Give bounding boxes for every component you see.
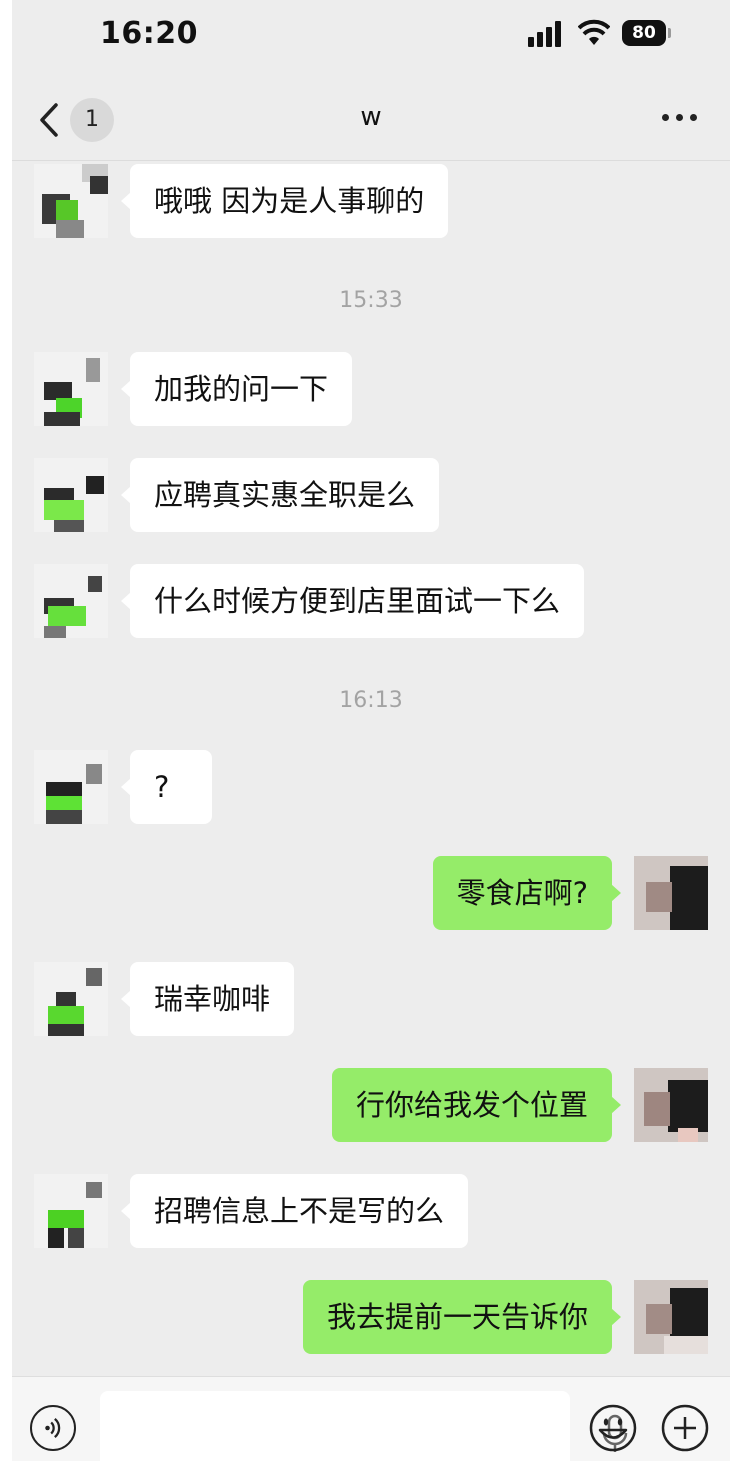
contact-avatar[interactable] (34, 750, 108, 824)
battery-icon: 80 (622, 20, 671, 46)
message-bubble-incoming[interactable]: 招聘信息上不是写的么 (120, 1174, 469, 1248)
voice-icon[interactable] (30, 1405, 76, 1451)
chat-screen: 16:20 80 1 w 哦哦 因为是人事聊的 15:33 加我的问一下 应聘真… (12, 0, 730, 1461)
message-bubble-incoming[interactable]: 哦哦 因为是人事聊的 (120, 164, 449, 238)
plus-icon[interactable] (660, 1403, 710, 1453)
message-bubble-incoming[interactable]: 应聘真实惠全职是么 (120, 458, 440, 532)
user-avatar[interactable] (634, 856, 708, 930)
wifi-icon (578, 19, 610, 45)
contact-avatar[interactable] (34, 1174, 108, 1248)
message-input[interactable] (100, 1391, 628, 1461)
status-bar: 16:20 80 (12, 0, 730, 78)
contact-avatar[interactable] (34, 564, 108, 638)
emoji-icon[interactable] (588, 1403, 638, 1453)
chat-header: 1 w (12, 78, 730, 161)
contact-avatar[interactable] (34, 164, 108, 238)
chat-title: w (360, 102, 382, 132)
cellular-signal-icon (528, 21, 564, 47)
user-avatar[interactable] (634, 1280, 708, 1354)
message-bubble-outgoing[interactable]: 零食店啊? (432, 856, 622, 930)
user-avatar[interactable] (634, 1068, 708, 1142)
timestamp: 16:13 (339, 688, 403, 713)
message-bubble-outgoing[interactable]: 行你给我发个位置 (331, 1068, 622, 1142)
status-time: 16:20 (100, 16, 198, 51)
contact-avatar[interactable] (34, 962, 108, 1036)
message-bubble-outgoing[interactable]: 我去提前一天告诉你 (302, 1280, 622, 1354)
timestamp: 15:33 (339, 288, 403, 313)
message-bubble-incoming[interactable]: 加我的问一下 (120, 352, 353, 426)
more-dots-icon[interactable] (660, 114, 700, 124)
message-bubble-incoming[interactable]: 什么时候方便到店里面试一下么 (120, 564, 585, 638)
message-bubble-incoming[interactable]: 瑞幸咖啡 (120, 962, 295, 1036)
contact-avatar[interactable] (34, 352, 108, 426)
input-bar (12, 1376, 730, 1461)
message-bubble-incoming[interactable]: ? (121, 750, 212, 824)
contact-avatar[interactable] (34, 458, 108, 532)
